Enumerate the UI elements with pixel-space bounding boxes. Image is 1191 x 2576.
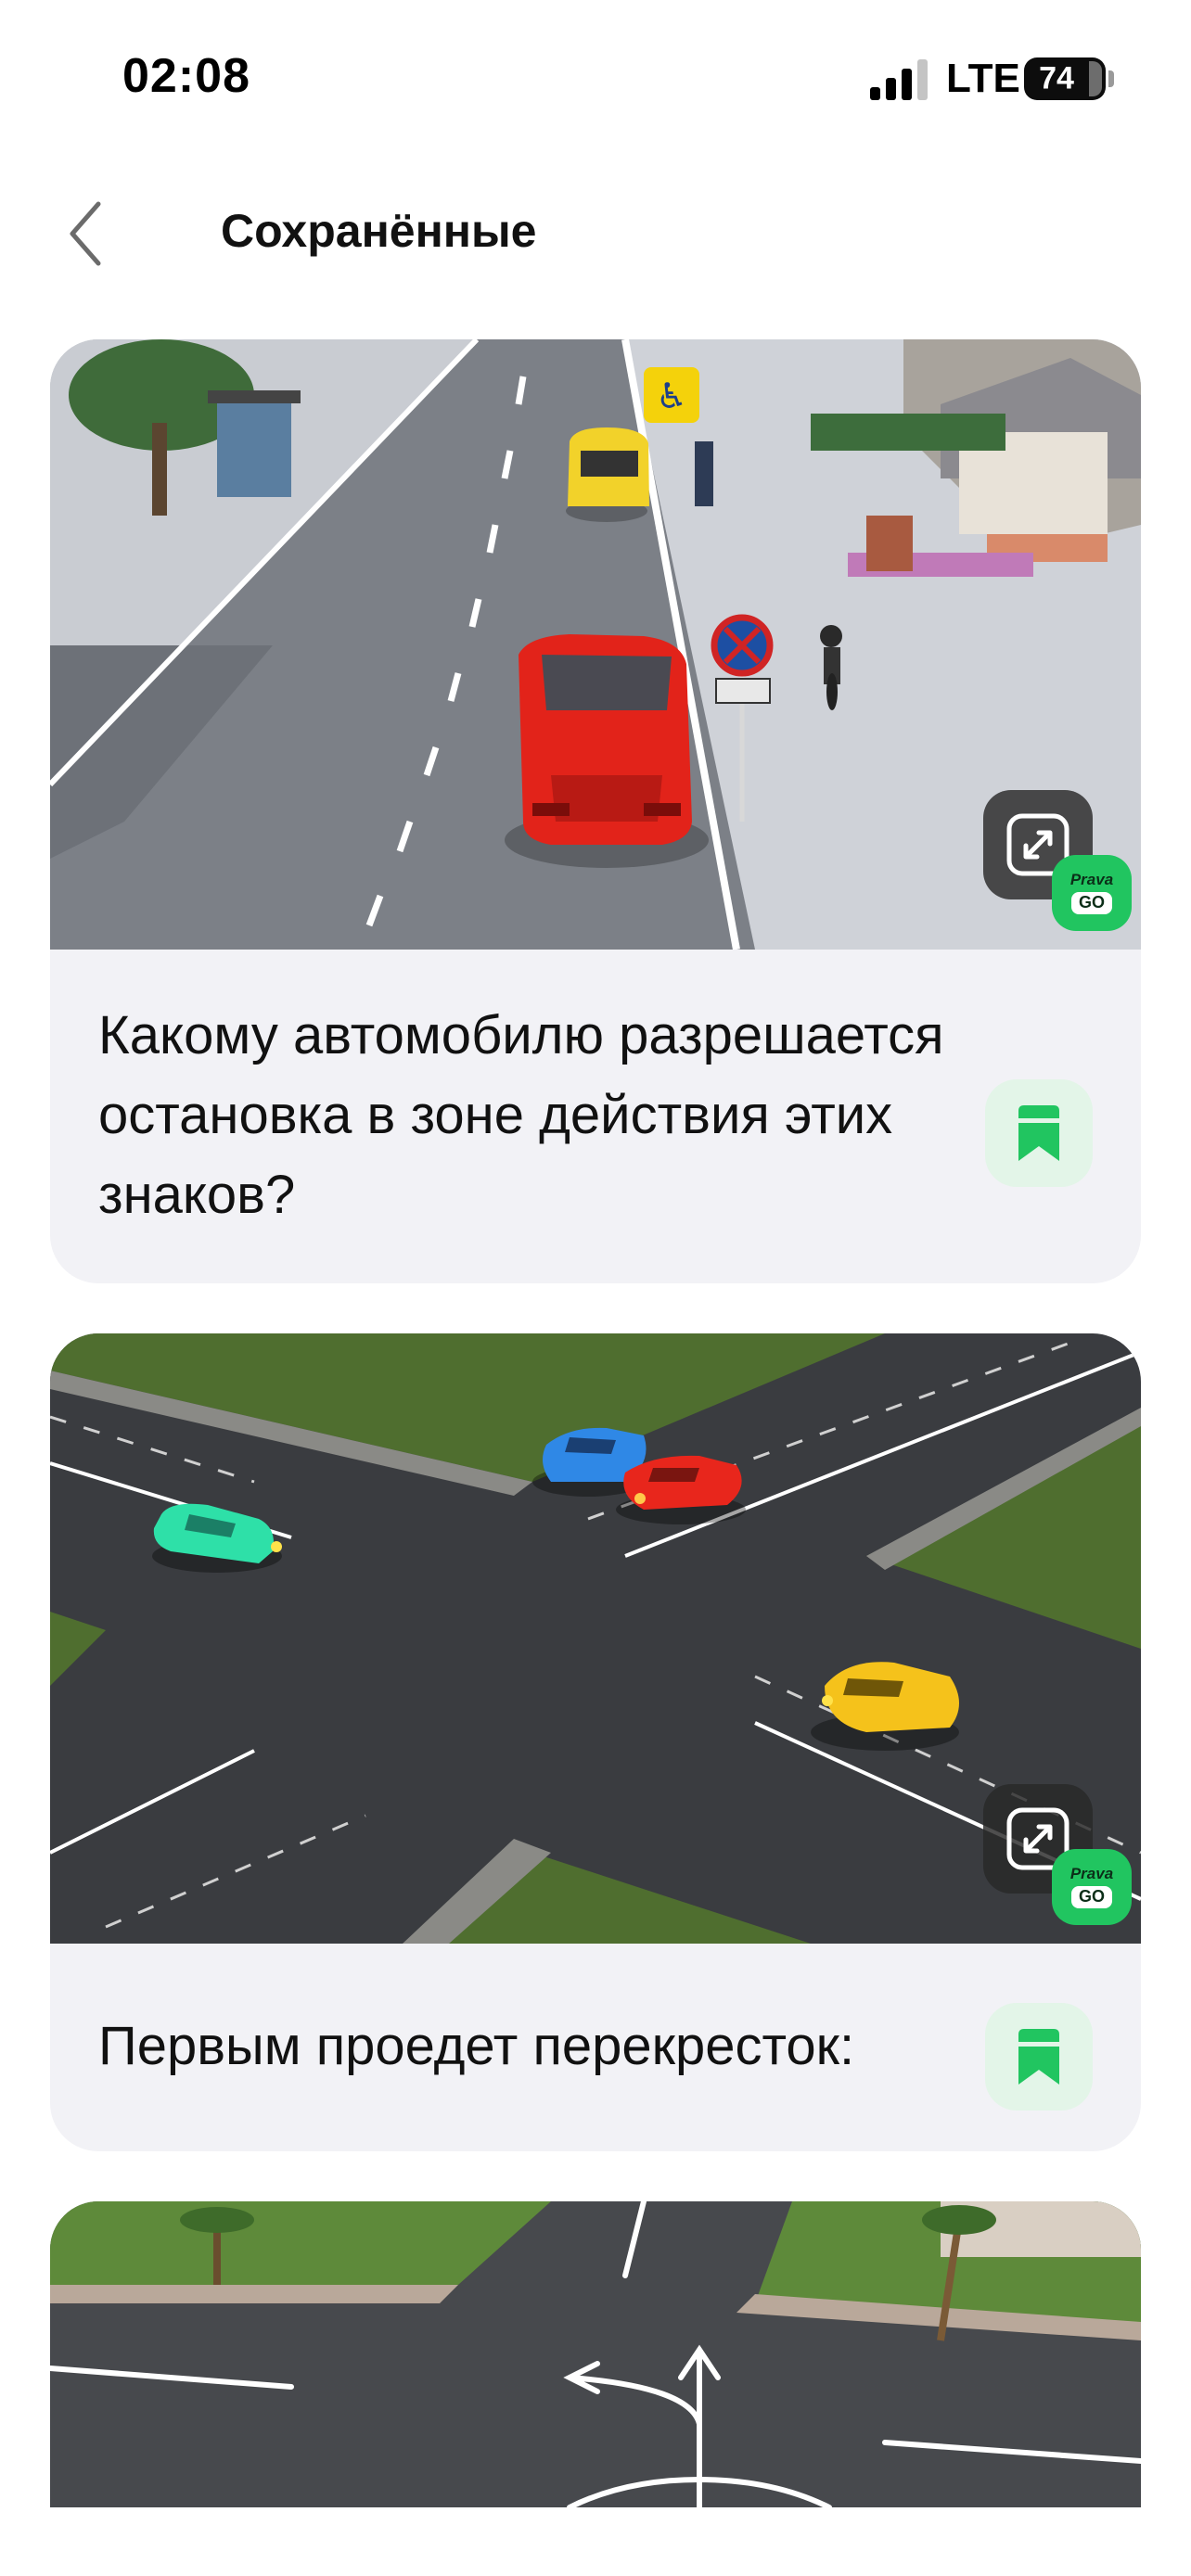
card-body: Какому автомобилю разрешается остановка … bbox=[50, 950, 1141, 1283]
street-scene-illustration: ♿ bbox=[50, 339, 1141, 950]
bookmark-filled-icon bbox=[1018, 1105, 1059, 1161]
saved-question-card[interactable] bbox=[50, 2201, 1141, 2507]
status-time: 02:08 bbox=[122, 49, 250, 103]
cellular-signal-icon bbox=[870, 57, 929, 100]
battery-icon: 74 bbox=[1024, 57, 1106, 100]
question-text: Первым проедет перекресток: bbox=[98, 2016, 855, 2076]
bookmark-filled-icon bbox=[1018, 2029, 1059, 2085]
question-illustration: ♿ Prava GO bbox=[50, 339, 1141, 950]
chevron-left-icon bbox=[70, 201, 101, 266]
svg-text:♿: ♿ bbox=[656, 377, 687, 416]
saved-question-card[interactable]: Prava GO Первым проедет перекресток: bbox=[50, 1333, 1141, 2151]
badge-bottom-text: GO bbox=[1070, 1886, 1112, 1908]
badge-top-text: Prava bbox=[1069, 1865, 1114, 1883]
status-bar: 02:08 LTE 74 bbox=[0, 0, 1191, 139]
card-body: Первым проедет перекресток: bbox=[50, 1944, 1141, 2151]
question-text: Какому автомобилю разрешается остановка … bbox=[98, 1005, 944, 1225]
back-button[interactable] bbox=[58, 198, 113, 269]
badge-bottom-text: GO bbox=[1070, 892, 1112, 914]
bookmark-button[interactable] bbox=[985, 1079, 1093, 1187]
question-illustration bbox=[50, 2201, 1141, 2507]
battery-cap bbox=[1108, 70, 1114, 87]
bookmark-button[interactable] bbox=[985, 2003, 1093, 2111]
question-illustration: Prava GO bbox=[50, 1333, 1141, 1944]
network-type: LTE bbox=[946, 56, 1020, 101]
prava-go-badge: Prava GO bbox=[1052, 855, 1132, 931]
battery-level: 74 bbox=[1039, 60, 1074, 96]
intersection-arrows-illustration bbox=[50, 2201, 1141, 2507]
saved-question-card[interactable]: ♿ Prava GO Какому автомобилю разрешается… bbox=[50, 339, 1141, 1283]
intersection-illustration bbox=[50, 1333, 1141, 1944]
navigation-bar: Сохранённые bbox=[0, 176, 1191, 287]
page-title: Сохранённые bbox=[221, 205, 537, 257]
badge-top-text: Prava bbox=[1069, 871, 1114, 889]
prava-go-badge: Prava GO bbox=[1052, 1849, 1132, 1925]
